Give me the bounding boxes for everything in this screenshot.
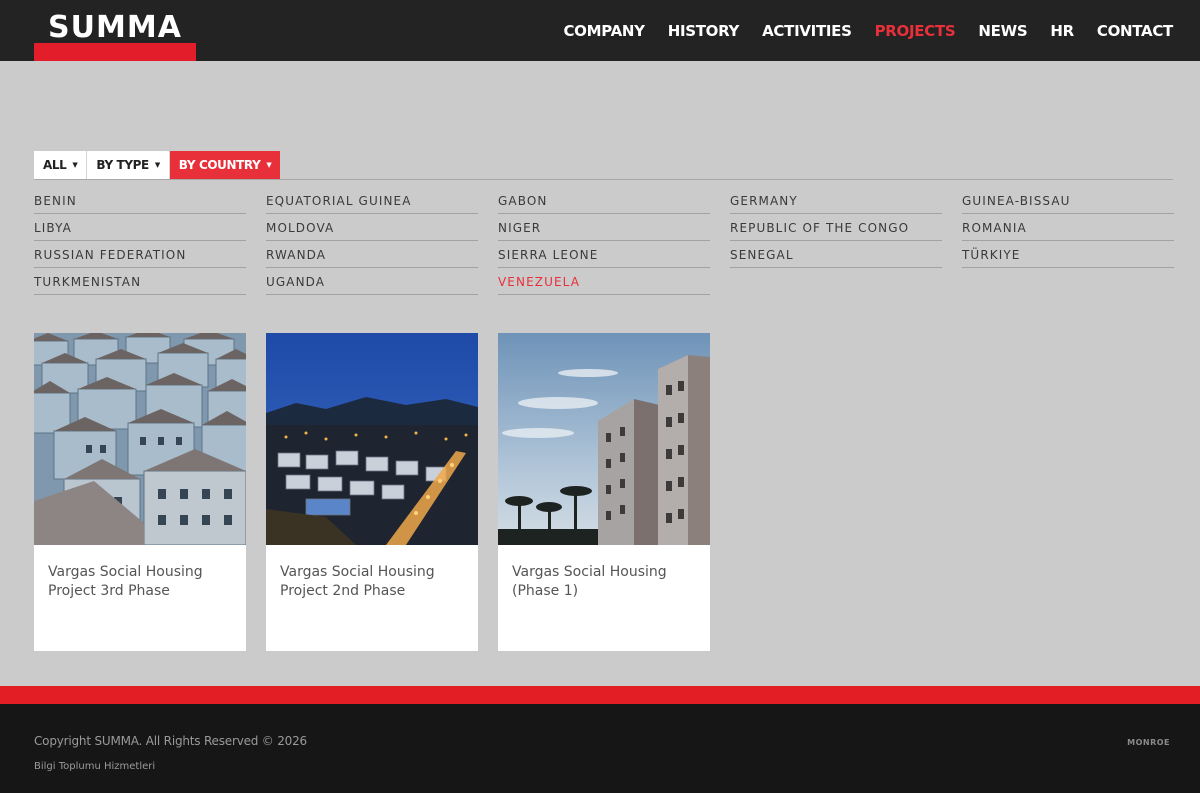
filter-by-type-button[interactable]: BY TYPE ▼ bbox=[87, 151, 170, 179]
summa-logo[interactable]: SUMMA bbox=[34, 10, 196, 61]
main-nav: COMPANY HISTORY ACTIVITIES PROJECTS NEWS… bbox=[563, 19, 1173, 43]
country-item-equatorial-guinea[interactable]: EQUATORIAL GUINEA bbox=[266, 187, 478, 214]
nav-company[interactable]: COMPANY bbox=[563, 19, 645, 43]
country-item-republic-of-the-congo[interactable]: REPUBLIC OF THE CONGO bbox=[730, 214, 942, 241]
nav-projects[interactable]: PROJECTS bbox=[875, 19, 956, 43]
filter-by-country-button[interactable]: BY COUNTRY ▼ bbox=[169, 151, 281, 179]
project-title: Vargas Social Housing (Phase 1) bbox=[512, 564, 667, 599]
country-item-germany[interactable]: GERMANY bbox=[730, 187, 942, 214]
logo-red-bar bbox=[34, 43, 196, 61]
agency-logo[interactable]: MONROE bbox=[1127, 738, 1170, 747]
project-title: Vargas Social Housing Project 2nd Phase bbox=[280, 564, 435, 599]
project-card[interactable]: Vargas Social Housing (Phase 1) bbox=[498, 333, 710, 651]
nav-hr[interactable]: HR bbox=[1050, 19, 1074, 43]
caret-down-icon: ▼ bbox=[154, 161, 160, 169]
country-list: BENIN EQUATORIAL GUINEA GABON GERMANY GU… bbox=[34, 187, 1174, 295]
project-card[interactable]: Vargas Social Housing Project 3rd Phase bbox=[34, 333, 246, 651]
country-item-romania[interactable]: ROMANIA bbox=[962, 214, 1174, 241]
country-item-niger[interactable]: NIGER bbox=[498, 214, 710, 241]
filter-divider bbox=[34, 179, 1173, 180]
country-item-moldova[interactable]: MOLDOVA bbox=[266, 214, 478, 241]
filter-type-label: BY TYPE bbox=[96, 158, 149, 172]
country-item-guinea-bissau[interactable]: GUINEA-BISSAU bbox=[962, 187, 1174, 214]
project-image bbox=[498, 333, 710, 545]
site-footer: Copyright SUMMA. All Rights Reserved © 2… bbox=[0, 704, 1200, 793]
nav-activities[interactable]: ACTIVITIES bbox=[762, 19, 852, 43]
country-item-libya[interactable]: LIBYA bbox=[34, 214, 246, 241]
project-filter: ALL ▼ BY TYPE ▼ BY COUNTRY ▼ bbox=[34, 151, 281, 179]
caret-down-icon: ▼ bbox=[266, 161, 272, 169]
country-item-gabon[interactable]: GABON bbox=[498, 187, 710, 214]
country-item-sierra-leone[interactable]: SIERRA LEONE bbox=[498, 241, 710, 268]
nav-contact[interactable]: CONTACT bbox=[1097, 19, 1173, 43]
filter-country-label: BY COUNTRY bbox=[178, 158, 261, 172]
footer-sub-link[interactable]: Bilgi Toplumu Hizmetleri bbox=[34, 761, 155, 772]
nav-history[interactable]: HISTORY bbox=[668, 19, 740, 43]
country-item-benin[interactable]: BENIN bbox=[34, 187, 246, 214]
footer-red-band bbox=[0, 686, 1200, 704]
country-item-turkmenistan[interactable]: TURKMENISTAN bbox=[34, 268, 246, 295]
project-title: Vargas Social Housing Project 3rd Phase bbox=[48, 564, 203, 599]
project-image bbox=[266, 333, 478, 545]
country-item-venezuela[interactable]: VENEZUELA bbox=[498, 268, 710, 295]
project-image bbox=[34, 333, 246, 545]
country-item-rwanda[interactable]: RWANDA bbox=[266, 241, 478, 268]
caret-down-icon: ▼ bbox=[72, 161, 78, 169]
country-item-uganda[interactable]: UGANDA bbox=[266, 268, 478, 295]
copyright-text: Copyright SUMMA. All Rights Reserved © 2… bbox=[34, 734, 307, 748]
filter-all-button[interactable]: ALL ▼ bbox=[34, 151, 88, 179]
nav-news[interactable]: NEWS bbox=[978, 19, 1027, 43]
project-card[interactable]: Vargas Social Housing Project 2nd Phase bbox=[266, 333, 478, 651]
logo-text: SUMMA bbox=[48, 10, 182, 45]
project-cards: Vargas Social Housing Project 3rd Phase bbox=[34, 333, 710, 651]
site-header: SUMMA COMPANY HISTORY ACTIVITIES PROJECT… bbox=[0, 0, 1200, 61]
country-item-senegal[interactable]: SENEGAL bbox=[730, 241, 942, 268]
filter-all-label: ALL bbox=[43, 158, 67, 172]
country-item-turkiye[interactable]: TÜRKIYE bbox=[962, 241, 1174, 268]
country-item-russian-federation[interactable]: RUSSIAN FEDERATION bbox=[34, 241, 246, 268]
